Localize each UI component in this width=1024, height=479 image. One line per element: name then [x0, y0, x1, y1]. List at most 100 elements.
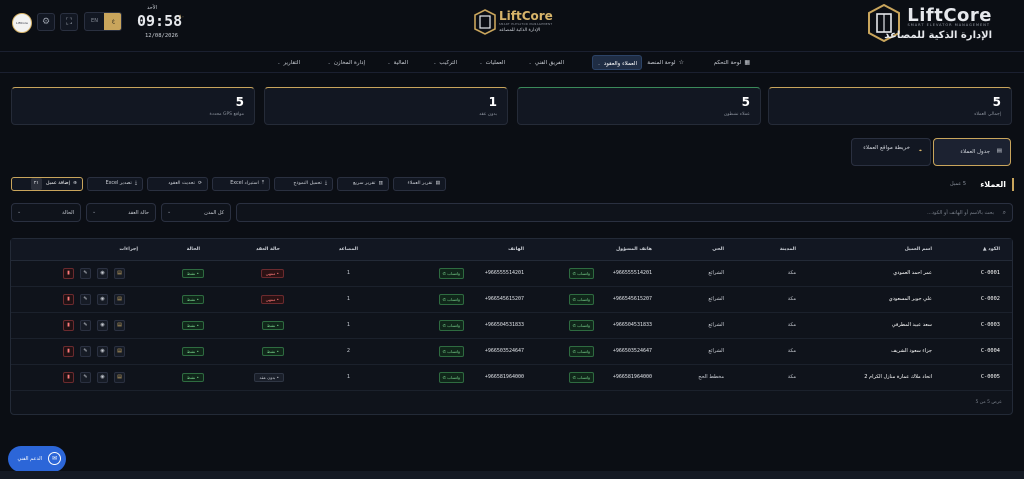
city-filter-select[interactable]: كل المدن ⌄: [161, 203, 231, 222]
cell-name[interactable]: جزاء سعود الشريف: [891, 348, 932, 354]
clients-report-button[interactable]: ▤تقرير العملاء: [393, 177, 446, 191]
edit-button[interactable]: ✎: [80, 294, 91, 305]
language-toggle[interactable]: EN ع: [84, 12, 122, 31]
trash-icon: ▮: [67, 296, 70, 302]
table-row[interactable]: C-0005 اتحاد ملاك عمارة منازل الكرام 2 مكة…: [11, 365, 1012, 391]
quick-report-button[interactable]: ▥تقرير سريع: [337, 177, 389, 191]
document-button[interactable]: ▤: [114, 268, 125, 279]
chevron-down-icon: ⌄: [17, 209, 22, 215]
cell-code[interactable]: C-0001: [981, 270, 1000, 276]
clock-seconds: ٤٠: [179, 14, 185, 20]
table-row[interactable]: C-0001 عمر احمد العمودي مكة الشرائع +9665555…: [11, 261, 1012, 287]
whatsapp-resp-button[interactable]: واتساب ✆: [568, 294, 594, 305]
view-button[interactable]: ◉: [97, 320, 108, 331]
cell-code[interactable]: C-0005: [981, 374, 1000, 380]
stat-card-gps: 5 مواقع GPS محددة: [11, 87, 255, 125]
delete-button[interactable]: ▮: [63, 294, 74, 305]
view-button[interactable]: ◉: [97, 372, 108, 383]
whatsapp-resp-button[interactable]: واتساب ✆: [568, 346, 594, 357]
add-client-button[interactable]: ⊕إضافة عميل٢١: [11, 177, 83, 191]
whatsapp-phone-button[interactable]: واتساب ✆: [438, 268, 464, 279]
brand-logo[interactable]: LiftCore SMART ELEVATOR MANAGEMENT الإدا…: [868, 2, 1008, 46]
main-nav: ▦لوحة التحكم ☆لوحة المنصة العملاء والعقو…: [0, 53, 1024, 73]
status-filter-select[interactable]: الحالة ⌄: [11, 203, 81, 222]
contract-status-badge: • نشط: [261, 321, 284, 330]
cell-name[interactable]: سعد عبيد المطرفي: [892, 322, 932, 328]
nav-installation[interactable]: التركيب⌄: [429, 55, 461, 70]
trash-icon: ▮: [67, 374, 70, 380]
status-badge: • نشط: [181, 269, 204, 278]
add-count-badge: ٢١: [30, 178, 42, 190]
tab-clients-table[interactable]: ▤ جدول العملاء: [933, 138, 1011, 166]
nav-operations[interactable]: العمليات⌄: [475, 55, 509, 70]
view-button[interactable]: ◉: [97, 294, 108, 305]
edit-button[interactable]: ✎: [80, 268, 91, 279]
whatsapp-phone-button[interactable]: واتساب ✆: [438, 372, 464, 383]
table-row[interactable]: C-0003 سعد عبيد المطرفي مكة الشرائع +9665045…: [11, 313, 1012, 339]
th-phone: الهاتف: [508, 247, 524, 252]
clock-date: 12/08/2026: [145, 33, 179, 39]
eye-icon: ◉: [100, 270, 105, 276]
delete-button[interactable]: ▮: [63, 346, 74, 357]
nav-dashboard[interactable]: ▦لوحة التحكم: [710, 55, 754, 70]
th-contract-status: حالة العقد: [255, 247, 280, 252]
whatsapp-phone-button[interactable]: واتساب ✆: [438, 346, 464, 357]
cell-code[interactable]: C-0003: [981, 322, 1000, 328]
lang-ar-option[interactable]: ع: [104, 13, 121, 30]
search-input[interactable]: ⌕ بحث بالاسم أو الهاتف أو الكود...: [236, 203, 1013, 222]
export-excel-button[interactable]: ⤓تصدير Excel: [87, 177, 143, 191]
document-button[interactable]: ▤: [114, 294, 125, 305]
whatsapp-phone-button[interactable]: واتساب ✆: [438, 320, 464, 331]
nav-platform[interactable]: ☆لوحة المنصة: [643, 55, 688, 70]
view-button[interactable]: ◉: [97, 346, 108, 357]
center-brand-arabic: الإدارة الذكية للمصاعد: [499, 28, 541, 33]
delete-button[interactable]: ▮: [63, 320, 74, 331]
import-excel-button[interactable]: ⤒استيراد Excel: [212, 177, 270, 191]
edit-button[interactable]: ✎: [80, 346, 91, 357]
table-row[interactable]: C-0004 جزاء سعود الشريف مكة الشرائع +9665035…: [11, 339, 1012, 365]
th-code[interactable]: الكود ▲: [983, 247, 1000, 252]
fullscreen-button[interactable]: ⛶: [60, 13, 78, 31]
nav-warehouse[interactable]: إدارة المخازن⌄: [324, 55, 369, 70]
view-button[interactable]: ◉: [97, 268, 108, 279]
refresh-icon: ⟳: [197, 181, 202, 186]
stat-card-total: 5 إجمالي العملاء: [768, 87, 1012, 125]
whatsapp-phone-button[interactable]: واتساب ✆: [438, 294, 464, 305]
cell-name[interactable]: عمر احمد العمودي: [893, 270, 932, 276]
cell-code[interactable]: C-0004: [981, 348, 1000, 354]
document-button[interactable]: ▤: [114, 372, 125, 383]
document-button[interactable]: ▤: [114, 346, 125, 357]
document-icon: ▤: [435, 181, 440, 186]
download-template-button[interactable]: ⤓تحميل النموذج: [274, 177, 333, 191]
gear-icon: ⚙: [41, 17, 51, 27]
delete-button[interactable]: ▮: [63, 268, 74, 279]
nav-finance[interactable]: المالية⌄: [383, 55, 412, 70]
tab-clients-map[interactable]: ⌖ خريطة مواقع العملاء: [851, 138, 931, 166]
whatsapp-resp-button[interactable]: واتساب ✆: [568, 372, 594, 383]
whatsapp-resp-button[interactable]: واتساب ✆: [568, 268, 594, 279]
contract-filter-select[interactable]: حالة العقد ⌄: [86, 203, 156, 222]
delete-button[interactable]: ▮: [63, 372, 74, 383]
user-avatar[interactable]: LiftCore: [12, 13, 32, 33]
download-icon: ⤓: [134, 181, 137, 186]
document-button[interactable]: ▤: [114, 320, 125, 331]
update-contracts-button[interactable]: ⟳تحديث العقود: [147, 177, 208, 191]
document-icon: ▤: [117, 270, 122, 276]
cell-name[interactable]: اتحاد ملاك عمارة منازل الكرام 2: [864, 374, 932, 380]
nav-clients-contracts[interactable]: العملاء والعقود⌄: [592, 55, 642, 70]
cell-name[interactable]: علي جوير المسعودي: [889, 296, 932, 302]
chevron-down-icon: ⌄: [528, 60, 532, 65]
settings-button[interactable]: ⚙: [37, 13, 55, 31]
table-row[interactable]: C-0002 علي جوير المسعودي مكة الشرائع +966545…: [11, 287, 1012, 313]
stat-card-no-contract: 1 بدون عقد: [264, 87, 508, 125]
nav-reports[interactable]: التقارير⌄: [273, 55, 304, 70]
support-button[interactable]: الدعم الفني ✉: [8, 446, 66, 472]
nav-technical-team[interactable]: الفريق الفني⌄: [525, 55, 568, 70]
lang-en-option[interactable]: EN: [85, 13, 104, 30]
cell-resp-phone: +966545615207: [612, 296, 652, 302]
whatsapp-resp-button[interactable]: واتساب ✆: [568, 320, 594, 331]
cell-code[interactable]: C-0002: [981, 296, 1000, 302]
edit-button[interactable]: ✎: [80, 372, 91, 383]
edit-button[interactable]: ✎: [80, 320, 91, 331]
pencil-icon: ✎: [83, 374, 88, 380]
